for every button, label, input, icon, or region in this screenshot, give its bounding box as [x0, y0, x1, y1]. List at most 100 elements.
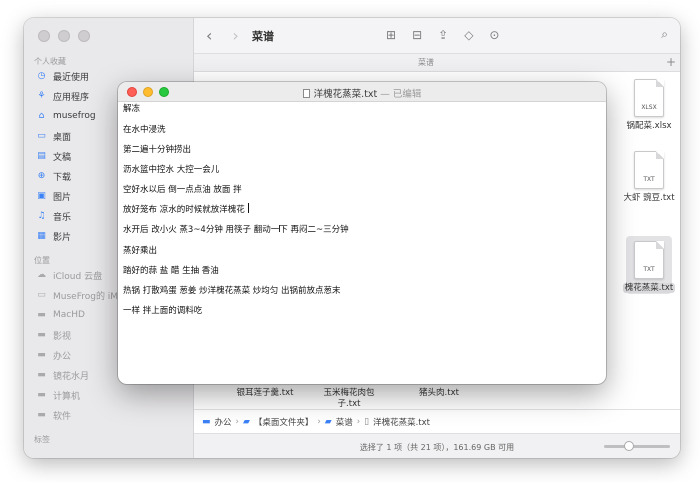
path-bar: ▬ 办公 › ▰ 【桌面文件夹】 › ▰ 菜谱 › ▯ 洋槐花蒸菜.txt — [194, 409, 680, 433]
ibeam-cursor-icon: I — [278, 224, 281, 235]
desktop-icon: ▭ — [37, 131, 46, 141]
nav-arrows: ‹ › — [206, 26, 239, 45]
disk-icon: ▬ — [37, 310, 46, 320]
text-line: 放好笼布 凉水的时候就放洋槐花 — [123, 205, 245, 215]
music-icon: ♫ — [37, 211, 46, 221]
sidebar-item-label: 计算机 — [53, 391, 81, 402]
clock-icon: ◷ — [37, 71, 46, 81]
text-line-with-caret: 放好笼布 凉水的时候就放洋槐花 — [123, 203, 249, 215]
favorites-header: 个人收藏 — [34, 57, 66, 66]
disk-icon: ▬ — [202, 416, 211, 427]
finder-title: 菜谱 — [252, 30, 274, 43]
imac-icon: ▭ — [37, 290, 46, 300]
folder-icon: ▰ — [324, 416, 332, 427]
sidebar-item-label: 影视 — [53, 331, 72, 342]
text-caret — [247, 203, 249, 213]
chevron-right-icon: › — [317, 416, 321, 427]
file-type-label: TXT — [643, 266, 655, 273]
text-file-icon: TXT — [634, 151, 664, 189]
sidebar-item-label: 应用程序 — [53, 92, 90, 103]
file-name: 锅配菜.xlsx — [626, 121, 672, 131]
sidebar-item-label: 影片 — [53, 232, 72, 243]
editor-titlebar: 洋槐花蒸菜.txt — 已编辑 — [118, 82, 606, 102]
finder-traffic-lights — [38, 30, 90, 42]
file-item-xlsx[interactable]: XLSX 锅配菜.xlsx — [614, 79, 680, 132]
text-line: 蒸好乘出 — [123, 246, 158, 256]
sidebar-item-label: iCloud 云盘 — [53, 271, 103, 282]
more-icon[interactable]: ⊙ — [489, 28, 499, 42]
group-icon[interactable]: ⊟ — [412, 28, 422, 42]
slider-knob[interactable] — [624, 441, 634, 451]
finder-toolbar: ‹ › 菜谱 ⊞ ⊟ ⇪ ◇ ⊙ ⌕ — [194, 18, 680, 54]
disk-icon: ▬ — [37, 370, 46, 380]
share-icon[interactable]: ⇪ — [438, 28, 448, 42]
sidebar-item-label: MacHD — [53, 310, 85, 320]
tag-icon[interactable]: ◇ — [464, 28, 473, 42]
home-icon: ⌂ — [38, 111, 45, 121]
textedit-window: 洋槐花蒸菜.txt — 已编辑 解冻 在水中浸洗 第二遍十分钟捞出 沥水篮中控水… — [118, 82, 606, 384]
sidebar-item-label: 文稿 — [53, 152, 72, 163]
toolbar-icons: ⊞ ⊟ ⇪ ◇ ⊙ — [386, 28, 499, 42]
back-icon[interactable]: ‹ — [206, 26, 212, 45]
text-line: 一样 拌上面的调料吃 — [123, 306, 203, 316]
text-line: 踏好的蒜 盐 醋 生抽 香油 — [123, 266, 219, 276]
text-line: 在水中浸洗 — [123, 125, 166, 135]
disk-icon: ▬ — [37, 410, 46, 420]
search-icon[interactable]: ⌕ — [661, 27, 668, 42]
file-type-label: TXT — [643, 176, 655, 183]
locations-header: 位置 — [34, 256, 50, 265]
apps-icon: ⚘ — [37, 91, 46, 101]
path-crumb[interactable]: 洋槐花蒸菜.txt — [373, 416, 430, 428]
text-file-icon: TXT — [634, 241, 664, 279]
disk-icon: ▬ — [37, 330, 46, 340]
minimize-button[interactable] — [58, 30, 70, 42]
path-crumb[interactable]: 办公 — [215, 416, 232, 428]
view-grid-icon[interactable]: ⊞ — [386, 28, 396, 42]
sidebar-item-computer[interactable]: ▬ 计算机 — [36, 386, 186, 404]
photo-icon: ▣ — [37, 191, 46, 201]
document-icon: ▤ — [37, 151, 46, 161]
chevron-right-icon: › — [356, 416, 361, 427]
folder-icon: ▰ — [242, 416, 250, 427]
sidebar-item-label: 图片 — [53, 192, 72, 203]
text-file-icon: ▯ — [364, 416, 370, 427]
file-name-multiline[interactable]: 玉米梅花肉包 子.txt — [304, 388, 394, 410]
sidebar-item-label: 音乐 — [53, 212, 72, 223]
file-name: 槐花蒸菜.txt — [614, 283, 680, 294]
file-name: 大虾 豌豆.txt — [623, 193, 675, 203]
close-button[interactable] — [38, 30, 50, 42]
path-crumb[interactable]: 【桌面文件夹】 — [254, 416, 314, 428]
sidebar-item-label: musefrog — [53, 111, 96, 121]
status-bar: 选择了 1 项（共 21 项），161.69 GB 可用 — [194, 433, 680, 458]
text-line: 解冻 — [123, 104, 141, 114]
text-line: 沥水篮中控水 大控一会儿 — [123, 165, 220, 175]
sidebar-item-software[interactable]: ▬ 软件 — [36, 406, 186, 424]
text-line: 水开后 改小火 蒸3~4分钟 用筷子 翻动一下 再闷二~三分钟 — [123, 225, 349, 235]
path-crumb[interactable]: 菜谱 — [336, 416, 353, 428]
add-tab-icon[interactable]: + — [666, 55, 676, 69]
sidebar-item-label: 桌面 — [53, 132, 72, 143]
finder-tabbar: 菜谱 + — [194, 54, 680, 72]
file-item-selected[interactable]: TXT 槐花蒸菜.txt — [614, 241, 680, 294]
text-line: 第二遍十分钟捞出 — [123, 145, 192, 155]
text-line: 热锅 打散鸡蛋 葱姜 炒洋槐花蒸菜 炒均匀 出锅前放点葱末 — [123, 286, 341, 296]
file-type-label: XLSX — [641, 104, 657, 111]
tab-label[interactable]: 菜谱 — [194, 57, 658, 68]
editor-title: 洋槐花蒸菜.txt — 已编辑 — [118, 86, 606, 100]
disk-icon: ▬ — [37, 350, 46, 360]
file-name[interactable]: 猪头肉.txt — [399, 388, 479, 399]
selected-file-name: 槐花蒸菜.txt — [622, 283, 676, 293]
zoom-button[interactable] — [78, 30, 90, 42]
sidebar-item-label: 软件 — [53, 411, 72, 422]
forward-icon[interactable]: › — [232, 26, 238, 45]
file-item-txt[interactable]: TXT 大虾 豌豆.txt — [614, 151, 680, 204]
cloud-icon: ☁ — [37, 270, 46, 280]
spreadsheet-file-icon: XLSX — [634, 79, 664, 117]
file-name-line: 玉米梅花肉包 — [323, 388, 375, 398]
icon-size-slider[interactable] — [604, 441, 670, 451]
chevron-right-icon: › — [235, 416, 239, 427]
edited-status: — 已编辑 — [380, 89, 422, 100]
disk-icon: ▬ — [37, 390, 46, 400]
text-area[interactable]: 解冻 在水中浸洗 第二遍十分钟捞出 沥水篮中控水 大控一会儿 空好水以后 倒一点… — [118, 102, 606, 384]
file-name[interactable]: 银耳莲子羹.txt — [230, 388, 300, 399]
